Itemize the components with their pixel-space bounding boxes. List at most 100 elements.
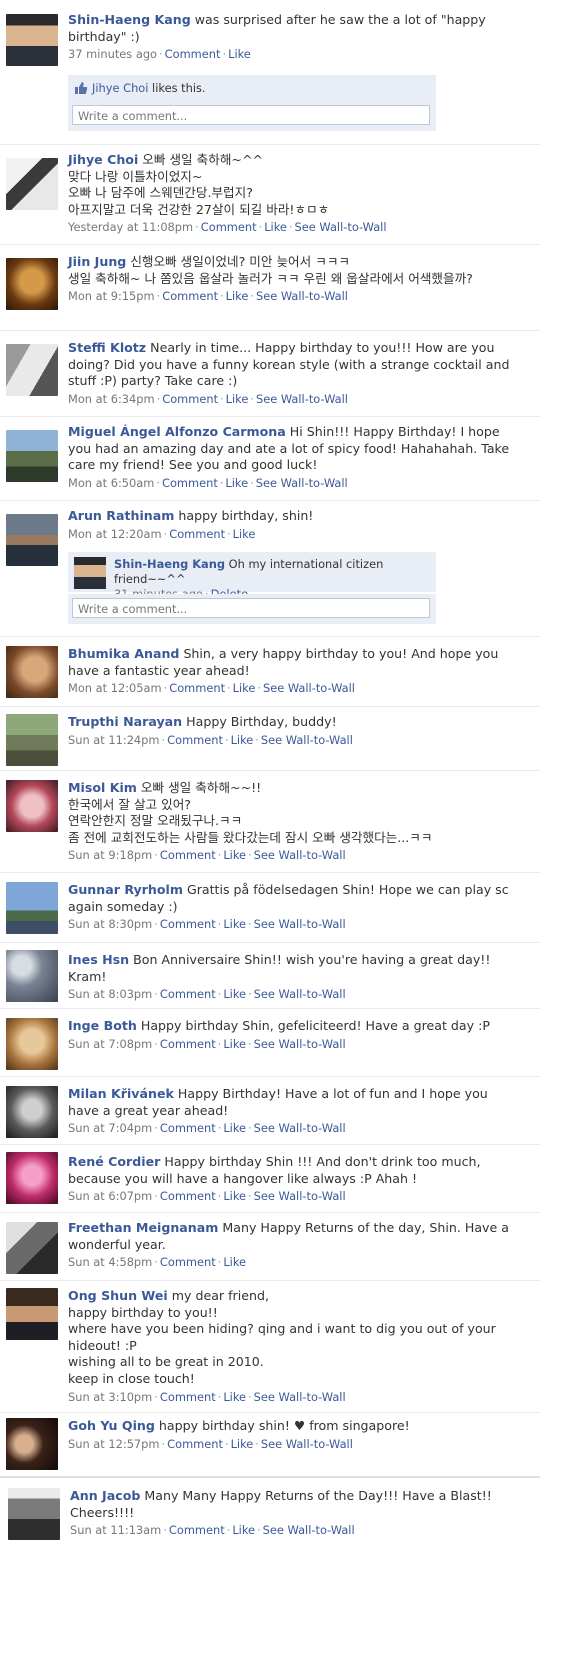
comment-link[interactable]: Comment bbox=[160, 1255, 216, 1269]
avatar[interactable] bbox=[6, 14, 58, 66]
post-meta: Mon at 12:05am · Comment · Like · See Wall-to-… bbox=[68, 681, 355, 696]
wall-to-wall-link[interactable]: See Wall-to-Wall bbox=[254, 1121, 346, 1135]
wall-post: Arun Rathinam happy birthday, shin! Mon … bbox=[0, 500, 540, 637]
post-author[interactable]: Trupthi Narayan bbox=[68, 714, 182, 729]
avatar[interactable] bbox=[6, 1152, 58, 1204]
comment-link[interactable]: Comment bbox=[162, 392, 218, 406]
post-meta: Mon at 6:50am · Comment · Like · See Wall-to-W… bbox=[68, 475, 348, 490]
post-author[interactable]: Steffi Klotz bbox=[68, 340, 146, 355]
reply-avatar[interactable] bbox=[74, 557, 106, 589]
comment-link[interactable]: Comment bbox=[160, 848, 216, 862]
post-author[interactable]: Ann Jacob bbox=[70, 1488, 140, 1503]
comment-link[interactable]: Comment bbox=[160, 1037, 216, 1051]
avatar[interactable] bbox=[6, 344, 58, 396]
comment-link[interactable]: Comment bbox=[165, 47, 221, 61]
avatar[interactable] bbox=[6, 714, 58, 766]
comment-link[interactable]: Comment bbox=[160, 1189, 216, 1203]
post-author[interactable]: Gunnar Ryrholm bbox=[68, 882, 183, 897]
like-link[interactable]: Like bbox=[223, 917, 246, 931]
avatar[interactable] bbox=[6, 646, 58, 698]
post-author[interactable]: Miguel Ángel Alfonzo Carmona bbox=[68, 424, 286, 439]
post-author[interactable]: Freethan Meignanam bbox=[68, 1220, 218, 1235]
avatar[interactable] bbox=[6, 158, 58, 210]
post-author[interactable]: René Cordier bbox=[68, 1154, 160, 1169]
avatar[interactable] bbox=[6, 1288, 58, 1340]
wall-to-wall-link[interactable]: See Wall-to-Wall bbox=[254, 848, 346, 862]
post-meta: Sun at 4:58pm · Comment · Like bbox=[68, 1255, 247, 1270]
avatar[interactable] bbox=[6, 1418, 58, 1470]
comment-link[interactable]: Comment bbox=[162, 289, 218, 303]
comment-input[interactable]: Write a comment... bbox=[72, 105, 430, 125]
comment-input[interactable]: Write a comment... bbox=[72, 598, 430, 618]
wall-to-wall-link[interactable]: See Wall-to-Wall bbox=[254, 1390, 346, 1404]
avatar[interactable] bbox=[6, 430, 58, 482]
post-text: Happy Birthday, buddy! bbox=[186, 714, 337, 729]
avatar[interactable] bbox=[6, 950, 58, 1002]
reply-author[interactable]: Shin-Haeng Kang bbox=[114, 557, 225, 571]
wall-to-wall-link[interactable]: See Wall-to-Wall bbox=[254, 1037, 346, 1051]
like-link[interactable]: Like bbox=[233, 681, 256, 695]
like-link[interactable]: Like bbox=[231, 1437, 254, 1451]
avatar[interactable] bbox=[6, 258, 58, 310]
post-meta: Mon at 9:15pm · Comment · Like · See Wall-to-W… bbox=[68, 289, 348, 304]
like-link[interactable]: Like bbox=[223, 1037, 246, 1051]
wall-to-wall-link[interactable]: See Wall-to-Wall bbox=[295, 220, 387, 234]
like-link[interactable]: Like bbox=[223, 1189, 246, 1203]
like-link[interactable]: Like bbox=[226, 392, 249, 406]
avatar[interactable] bbox=[6, 1018, 58, 1070]
liker-name[interactable]: Jihye Choi bbox=[92, 81, 148, 95]
post-author[interactable]: Ong Shun Wei bbox=[68, 1288, 168, 1303]
like-link[interactable]: Like bbox=[232, 1523, 255, 1537]
post-author[interactable]: Inge Both bbox=[68, 1018, 137, 1033]
avatar[interactable] bbox=[6, 1086, 58, 1138]
like-link[interactable]: Like bbox=[226, 289, 249, 303]
post-author[interactable]: Arun Rathinam bbox=[68, 508, 174, 523]
post-author[interactable]: Shin-Haeng Kang bbox=[68, 12, 191, 27]
comment-link[interactable]: Comment bbox=[160, 917, 216, 931]
comment-link[interactable]: Comment bbox=[160, 1390, 216, 1404]
post-author[interactable]: Jiin Jung bbox=[68, 254, 126, 269]
post-author[interactable]: Jihye Choi bbox=[68, 152, 138, 167]
avatar[interactable] bbox=[6, 514, 58, 566]
like-link[interactable]: Like bbox=[264, 220, 287, 234]
wall-to-wall-link[interactable]: See Wall-to-Wall bbox=[263, 1523, 355, 1537]
like-link[interactable]: Like bbox=[231, 733, 254, 747]
like-link[interactable]: Like bbox=[233, 527, 256, 541]
wall-to-wall-link[interactable]: See Wall-to-Wall bbox=[256, 289, 348, 303]
wall-to-wall-link[interactable]: See Wall-to-Wall bbox=[263, 681, 355, 695]
wall-to-wall-link[interactable]: See Wall-to-Wall bbox=[254, 1189, 346, 1203]
comment-link[interactable]: Comment bbox=[160, 987, 216, 1001]
comment-link[interactable]: Comment bbox=[167, 733, 223, 747]
wall-to-wall-link[interactable]: See Wall-to-Wall bbox=[256, 392, 348, 406]
avatar[interactable] bbox=[6, 882, 58, 934]
comment-link[interactable]: Comment bbox=[160, 1121, 216, 1135]
post-author[interactable]: Goh Yu Qing bbox=[68, 1418, 155, 1433]
post-author[interactable]: Bhumika Anand bbox=[68, 646, 179, 661]
post-author[interactable]: Misol Kim bbox=[68, 780, 137, 795]
wall-to-wall-link[interactable]: See Wall-to-Wall bbox=[261, 1437, 353, 1451]
post-time: 37 minutes ago bbox=[68, 47, 158, 62]
wall-post: Milan Křivánek Happy Birthday! Have a lo… bbox=[0, 1076, 540, 1145]
comment-link[interactable]: Comment bbox=[167, 1437, 223, 1451]
comment-link[interactable]: Comment bbox=[201, 220, 257, 234]
like-link[interactable]: Like bbox=[228, 47, 251, 61]
avatar[interactable] bbox=[8, 1488, 60, 1540]
wall-to-wall-link[interactable]: See Wall-to-Wall bbox=[254, 987, 346, 1001]
post-author[interactable]: Milan Křivánek bbox=[68, 1086, 174, 1101]
like-link[interactable]: Like bbox=[225, 476, 248, 490]
wall-to-wall-link[interactable]: See Wall-to-Wall bbox=[256, 476, 348, 490]
like-link[interactable]: Like bbox=[223, 1121, 246, 1135]
comment-link[interactable]: Comment bbox=[169, 681, 225, 695]
wall-to-wall-link[interactable]: See Wall-to-Wall bbox=[261, 733, 353, 747]
like-link[interactable]: Like bbox=[223, 848, 246, 862]
like-link[interactable]: Like bbox=[223, 1390, 246, 1404]
avatar[interactable] bbox=[6, 1222, 58, 1274]
like-link[interactable]: Like bbox=[223, 1255, 246, 1269]
comment-link[interactable]: Comment bbox=[162, 476, 218, 490]
wall-to-wall-link[interactable]: See Wall-to-Wall bbox=[254, 917, 346, 931]
avatar[interactable] bbox=[6, 780, 58, 832]
post-author[interactable]: Ines Hsn bbox=[68, 952, 129, 967]
comment-link[interactable]: Comment bbox=[169, 1523, 225, 1537]
like-link[interactable]: Like bbox=[223, 987, 246, 1001]
comment-link[interactable]: Comment bbox=[169, 527, 225, 541]
